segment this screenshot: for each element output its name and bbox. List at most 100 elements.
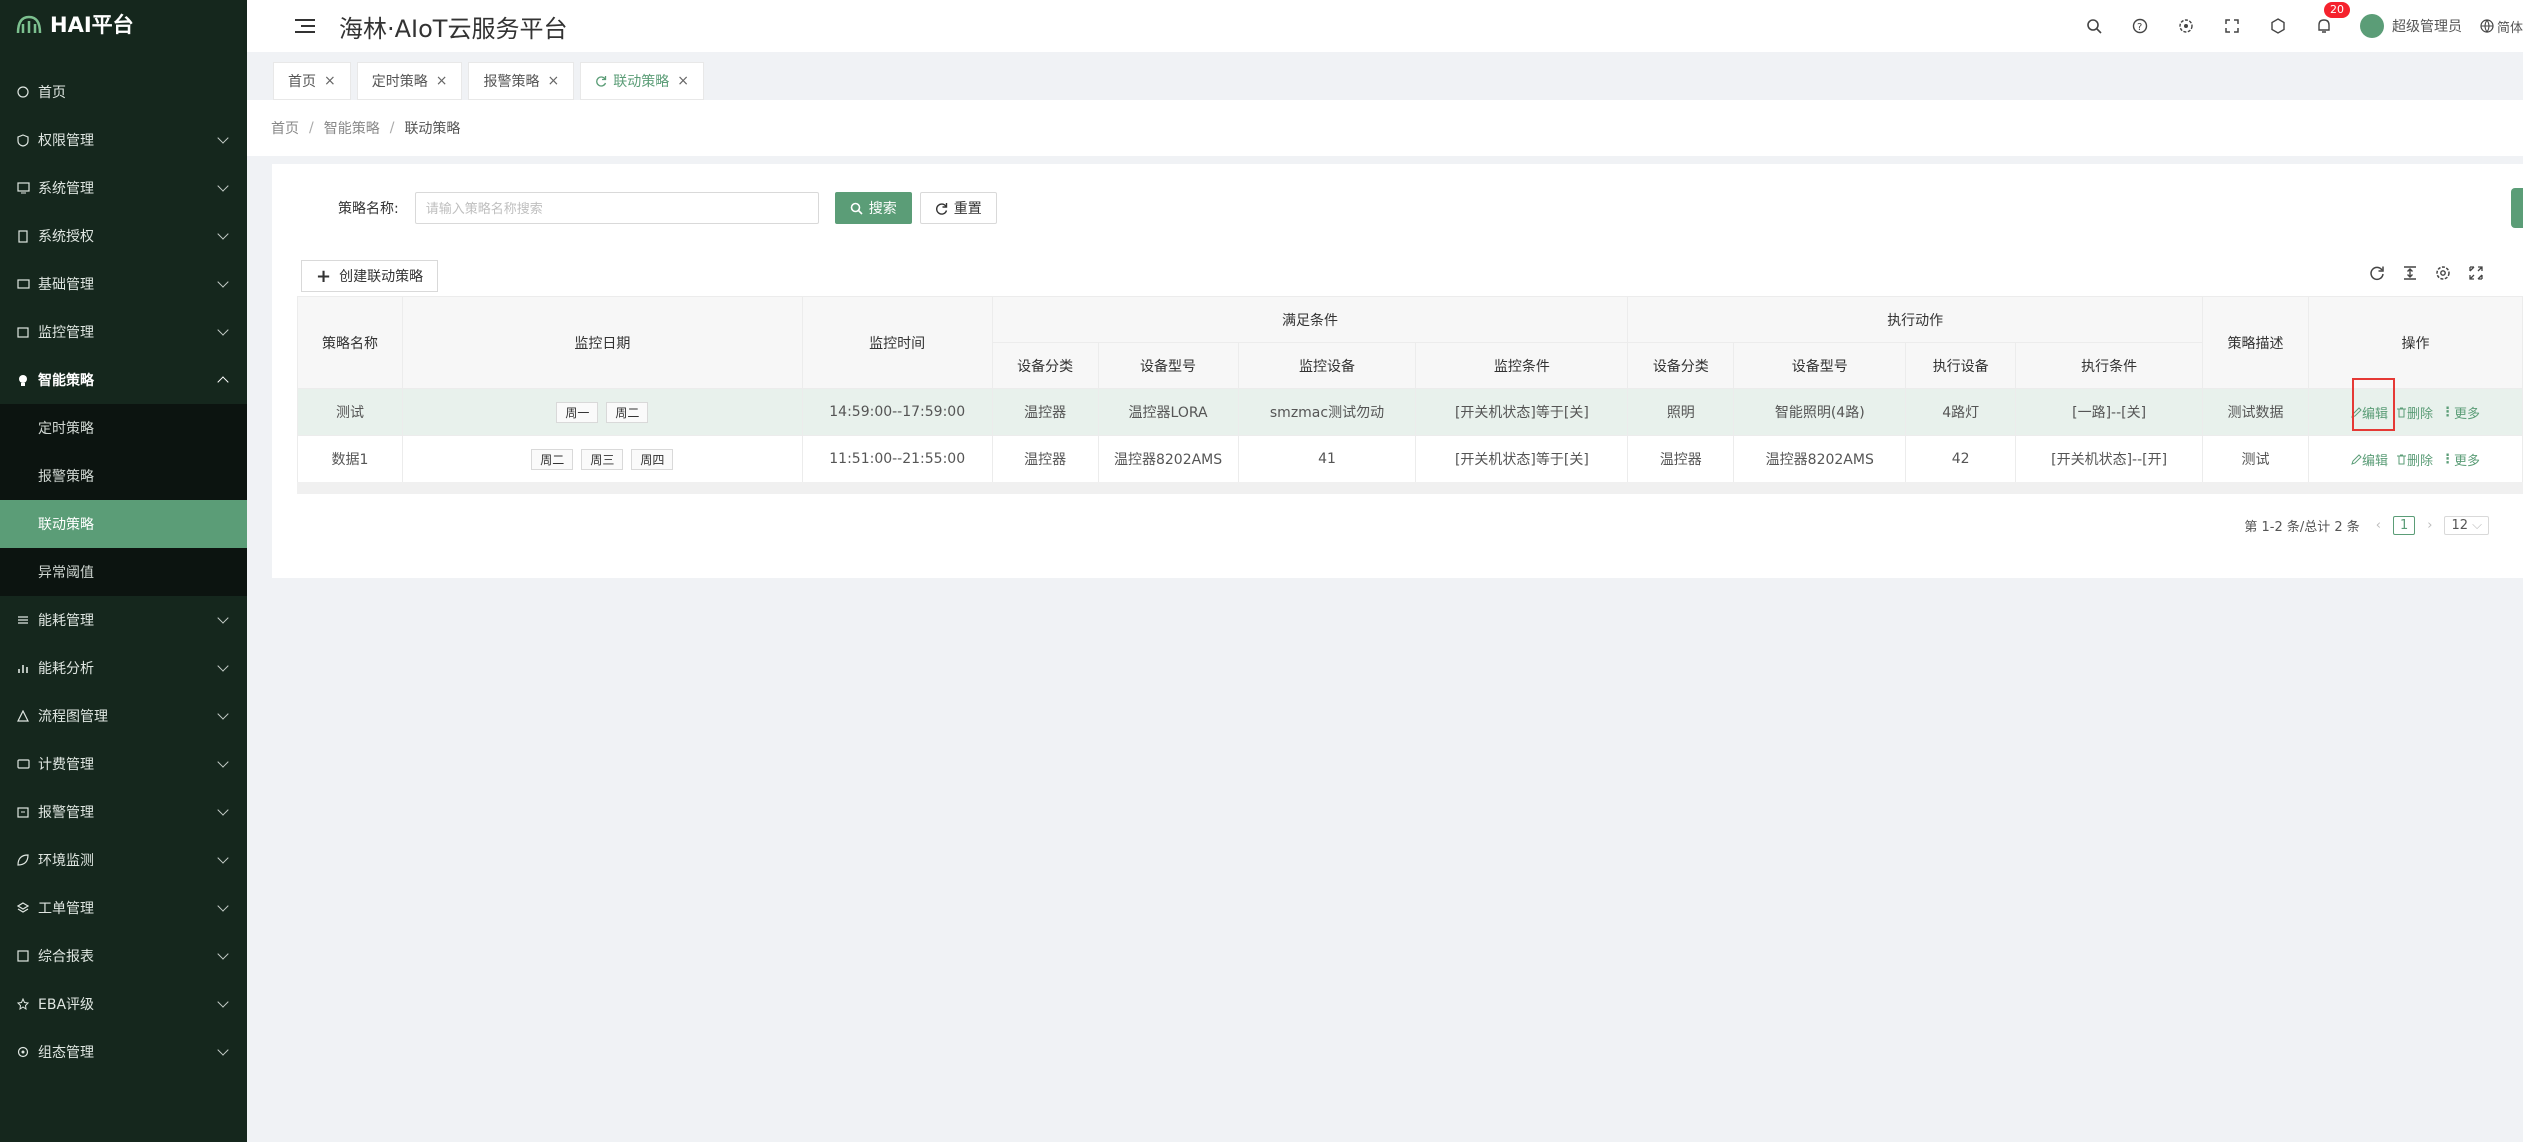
- side-drawer-handle[interactable]: [2511, 188, 2523, 228]
- breadcrumb-home[interactable]: 首页: [271, 118, 299, 138]
- search-button[interactable]: 搜索: [834, 192, 912, 224]
- cell-a-category: 照明: [1627, 388, 1735, 436]
- more-button[interactable]: ⋮ 更多: [2441, 450, 2480, 469]
- reset-button[interactable]: 重置: [919, 192, 997, 224]
- sidebar-item-eba[interactable]: EBA评级: [0, 980, 247, 1028]
- header-a-condition: 执行条件: [2015, 342, 2204, 389]
- sidebar-item-label: 环境监测: [38, 853, 94, 869]
- tab-linkage-strategy[interactable]: 联动策略 ×: [580, 62, 704, 100]
- close-icon[interactable]: ×: [436, 73, 448, 89]
- shield-icon: [16, 133, 30, 147]
- sidebar-item-workorder[interactable]: 工单管理: [0, 884, 247, 932]
- table-row[interactable]: 数据1 周二 周三 周四 11:51:00--21:55:00 温控器 温控器820…: [297, 435, 2523, 483]
- cell-c-model: 温控器8202AMS: [1097, 435, 1239, 483]
- cell-a-condition: [一路]--[关]: [2015, 388, 2204, 436]
- prev-page-icon[interactable]: ‹: [2376, 518, 2381, 533]
- header-name: 策略名称: [297, 296, 403, 389]
- tab-home[interactable]: 首页 ×: [273, 62, 351, 100]
- user-name[interactable]: 超级管理员: [2392, 16, 2462, 36]
- next-page-icon[interactable]: ›: [2427, 518, 2432, 533]
- sidebar-subitem-threshold[interactable]: 异常阈值: [0, 548, 247, 596]
- reset-button-label: 重置: [953, 201, 982, 217]
- more-button[interactable]: ⋮ 更多: [2441, 403, 2480, 422]
- sidebar-subitem-timed[interactable]: 定时策略: [0, 404, 247, 452]
- logo[interactable]: HAI平台: [0, 0, 247, 48]
- header-time: 监控时间: [801, 296, 993, 389]
- chevron-down-icon: [217, 228, 229, 240]
- header-c-category: 设备分类: [991, 342, 1099, 389]
- delete-button[interactable]: 删除: [2396, 450, 2433, 469]
- column-height-icon[interactable]: [2401, 264, 2419, 282]
- breadcrumb-separator: /: [309, 120, 314, 136]
- create-linkage-button[interactable]: + 创建联动策略: [301, 260, 439, 292]
- tab-timed-strategy[interactable]: 定时策略 ×: [356, 62, 463, 100]
- sidebar-item-report[interactable]: 综合报表: [0, 932, 247, 980]
- chevron-down-icon: [217, 996, 229, 1008]
- more-icon: ⋮: [2441, 404, 2454, 420]
- language-switch[interactable]: 简体: [2480, 17, 2523, 36]
- chevron-down-icon: [217, 324, 229, 336]
- avatar[interactable]: [2359, 14, 2384, 38]
- search-input[interactable]: [414, 192, 819, 224]
- setting-icon[interactable]: [2434, 264, 2452, 282]
- sidebar-item-energy-analysis[interactable]: 能耗分析: [0, 644, 247, 692]
- sidebar-item-config[interactable]: 组态管理: [0, 1028, 247, 1076]
- sidebar-item-label: 能耗分析: [38, 661, 94, 677]
- header-ops: 操作: [2307, 296, 2523, 389]
- sidebar-item-energy[interactable]: 能耗管理: [0, 596, 247, 644]
- delete-button[interactable]: 删除: [2396, 403, 2433, 422]
- fullscreen-icon[interactable]: [2222, 16, 2242, 36]
- sidebar-subitem-alarm[interactable]: 报警策略: [0, 452, 247, 500]
- delete-label: 删除: [2406, 406, 2433, 422]
- sidebar-item-permission[interactable]: 权限管理: [0, 116, 247, 164]
- page-size-select[interactable]: 12 ⌵: [2444, 516, 2489, 535]
- sidebar-item-strategy[interactable]: 智能策略: [0, 356, 247, 404]
- tab-label: 定时策略: [371, 74, 428, 90]
- more-icon: ⋮: [2441, 451, 2454, 467]
- alarm-icon: [16, 805, 30, 819]
- sidebar-item-system[interactable]: 系统管理: [0, 164, 247, 212]
- tab-label: 首页: [288, 74, 316, 90]
- sidebar-subitem-linkage[interactable]: 联动策略: [0, 500, 247, 548]
- sidebar-item-label: 计费管理: [38, 757, 94, 773]
- breadcrumb-strategy[interactable]: 智能策略: [324, 118, 380, 138]
- page-number[interactable]: 1: [2392, 516, 2416, 535]
- refresh-icon[interactable]: [595, 75, 607, 87]
- sidebar-item-label: 报警策略: [38, 469, 94, 485]
- close-icon[interactable]: ×: [547, 73, 559, 89]
- search-icon[interactable]: [2084, 16, 2104, 36]
- menu-toggle-icon[interactable]: [295, 19, 315, 33]
- close-icon[interactable]: ×: [677, 73, 689, 89]
- close-icon[interactable]: ×: [324, 73, 336, 89]
- chevron-down-icon: [217, 708, 229, 720]
- tab-alarm-strategy[interactable]: 报警策略 ×: [468, 62, 575, 100]
- strategy-table: 策略名称 监控日期 监控时间 满足条件 执行动作 策略描述 操作 设备分类 设备…: [297, 296, 2523, 483]
- fullscreen-icon[interactable]: [2467, 264, 2485, 282]
- help-icon[interactable]: ?: [2130, 16, 2150, 36]
- sidebar-item-basic[interactable]: 基础管理: [0, 260, 247, 308]
- sidebar-item-label: 定时策略: [38, 421, 94, 437]
- settings-icon[interactable]: [2176, 16, 2196, 36]
- sidebar-item-alarm[interactable]: 报警管理: [0, 788, 247, 836]
- table-row[interactable]: 测试 周一 周二 14:59:00--17:59:00 温控器 温控器LORA s…: [297, 388, 2523, 436]
- sidebar-item-license[interactable]: 系统授权: [0, 212, 247, 260]
- header-a-model: 设备型号: [1733, 342, 1907, 389]
- cell-days: 周一 周二: [401, 388, 803, 436]
- sidebar-item-flow[interactable]: 流程图管理: [0, 692, 247, 740]
- cube-icon[interactable]: [2268, 16, 2288, 36]
- sidebar-item-billing[interactable]: 计费管理: [0, 740, 247, 788]
- sidebar-item-label: 综合报表: [38, 949, 94, 965]
- notification-bell[interactable]: 20: [2314, 2, 2350, 36]
- star-icon: [16, 997, 30, 1011]
- sidebar-item-environment[interactable]: 环境监测: [0, 836, 247, 884]
- page-size-value: 12: [2451, 518, 2468, 533]
- horizontal-scrollbar[interactable]: [297, 482, 2523, 494]
- pagination: 第 1-2 条/总计 2 条 ‹ 1 › 12 ⌵: [2244, 516, 2489, 535]
- edit-button[interactable]: 编辑: [2351, 450, 2388, 469]
- header-a-device: 执行设备: [1905, 342, 2017, 389]
- cell-a-model: 温控器8202AMS: [1733, 435, 1907, 483]
- sidebar-item-home[interactable]: 首页: [0, 68, 247, 116]
- reload-icon[interactable]: [2368, 264, 2386, 282]
- sidebar-item-monitor[interactable]: 监控管理: [0, 308, 247, 356]
- bulb-icon: [16, 373, 30, 387]
